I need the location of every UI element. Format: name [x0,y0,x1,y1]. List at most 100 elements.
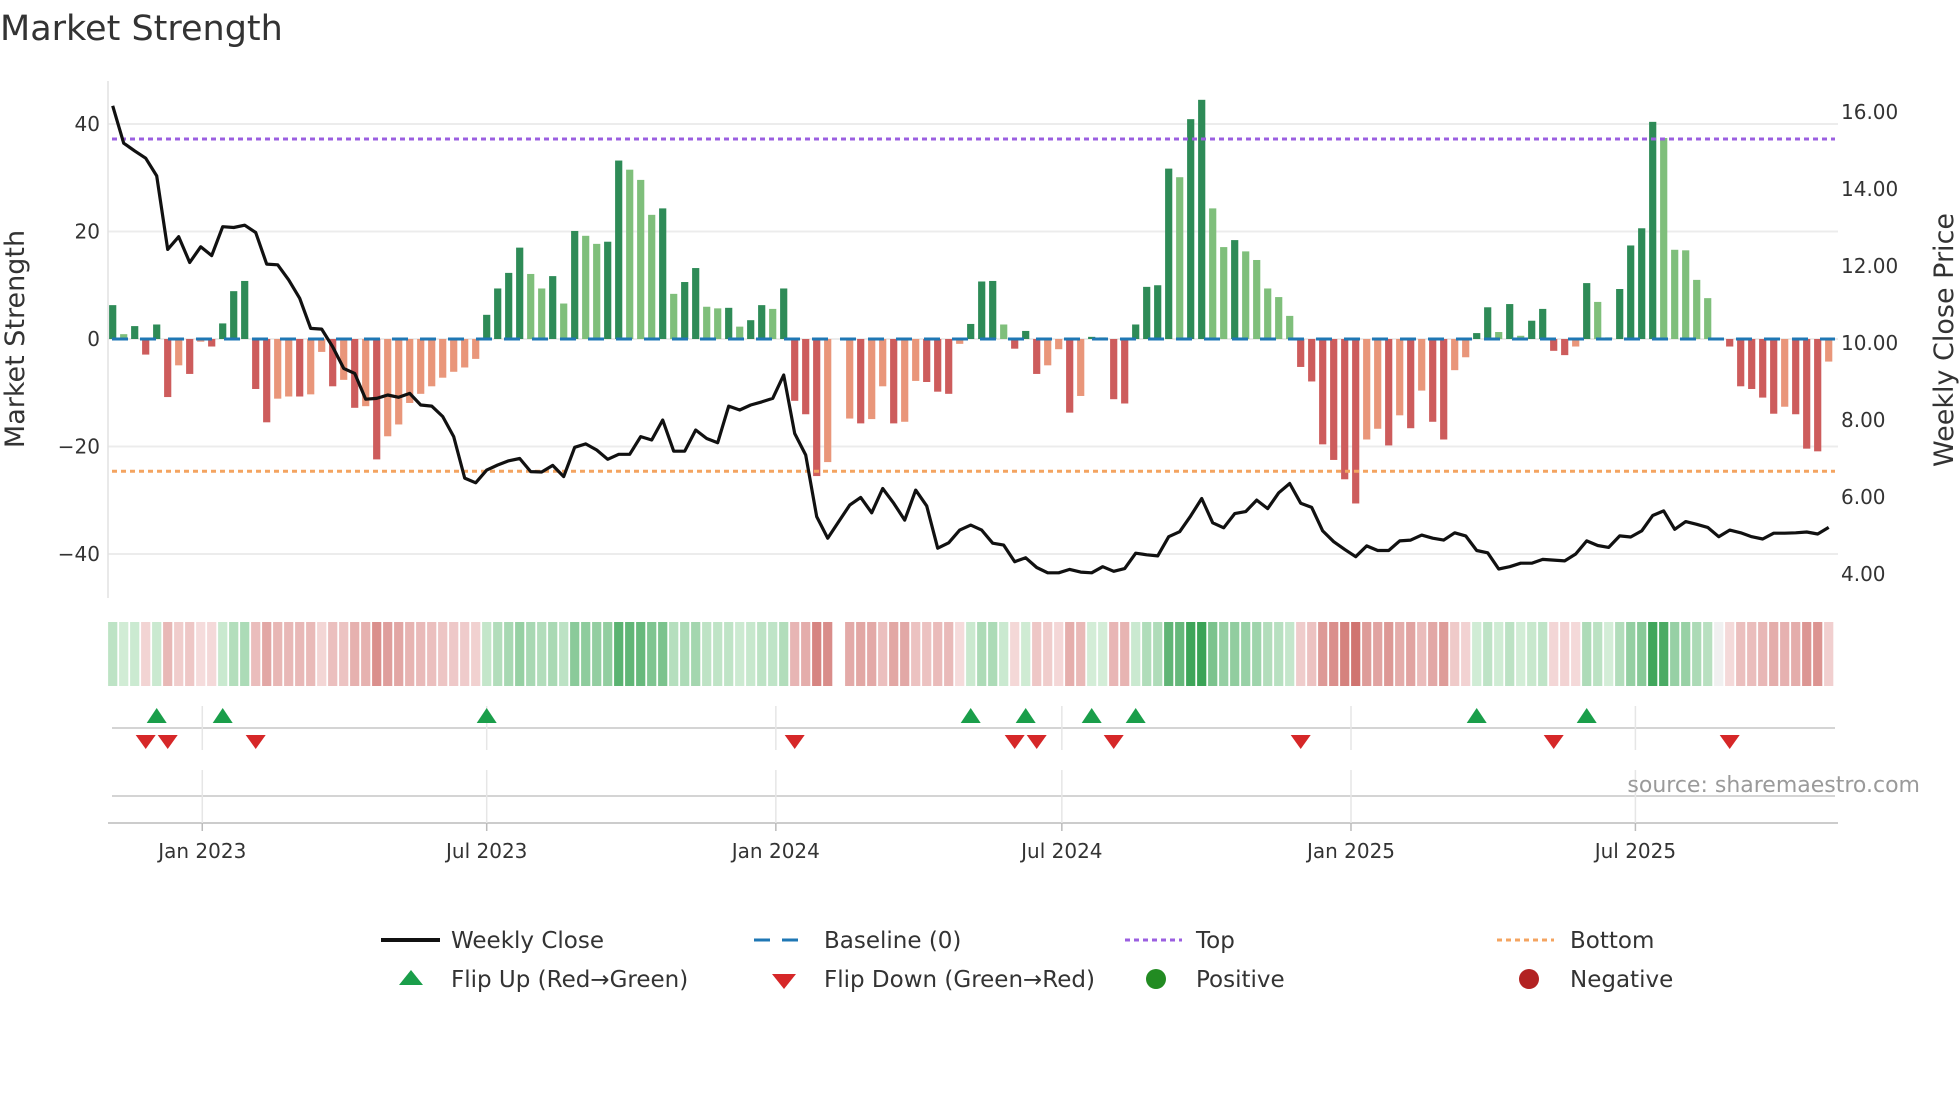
heat-cell [493,622,503,686]
heat-cell [889,622,899,686]
positive-bar [670,293,678,339]
heat-cell [240,622,250,686]
heat-cell [1769,622,1779,686]
heat-cell [1670,622,1680,686]
positive-bar [582,235,590,339]
negative-bar [901,339,909,422]
negative-bar [912,339,920,381]
x-tick-label: Jan 2025 [1305,839,1395,863]
positive-bar [1209,208,1217,339]
heat-cell [262,622,272,686]
heat-cell [658,622,668,686]
heat-strip [108,622,1834,686]
triangle-up-icon [399,970,423,985]
positive-bar [1506,304,1514,339]
positive-bar [1242,251,1250,339]
heat-cell [1252,622,1262,686]
heat-cell [1571,622,1581,686]
positive-bar [681,282,689,339]
heat-cell [1692,622,1702,686]
heat-cell [537,622,547,686]
heat-cell [746,622,756,686]
strength-bars [109,99,1833,504]
heat-cell [1450,622,1460,686]
negative-bar [142,339,150,355]
x-tick-label: Jan 2024 [730,839,820,863]
heat-cell [229,622,239,686]
heat-cell [790,622,800,686]
legend-label: Weekly Close [451,928,604,954]
flip-down-marker [1103,735,1124,749]
positive-bar [1198,99,1206,339]
heat-cell [702,622,712,686]
positive-bar [769,308,777,339]
legend-item-bottom: Bottom [1497,928,1654,954]
heat-cell [922,622,932,686]
negative-bar [1308,339,1316,382]
positive-bar [703,306,711,339]
negative-bar [417,339,425,394]
negative-bar [857,339,865,424]
negative-bar [846,339,854,419]
negative-bar [186,339,194,374]
positive-bar [153,324,161,339]
heat-cell [130,622,140,686]
negative-bar [1550,339,1558,351]
heat-cell [207,622,217,686]
flip-down-marker [784,735,805,749]
flip-up-marker [960,708,981,723]
y-right-tick-label: 10.00 [1841,331,1898,355]
legend-label: Top [1195,928,1235,954]
heat-cell [273,622,283,686]
flip-down-marker [1290,735,1311,749]
heat-cell [823,622,833,686]
heat-cell [999,622,1009,686]
negative-bar [1451,339,1459,371]
heat-cell [1362,622,1372,686]
heat-cell [801,622,811,686]
flip-down-marker [245,735,266,749]
flip-down-marker [157,735,178,749]
heat-cell [482,622,492,686]
negative-bar [879,339,887,387]
negative-bar [1385,339,1393,446]
flip-down-marker [135,735,156,749]
positive-bar [615,160,623,339]
heat-cell [339,622,349,686]
heat-cell [328,622,338,686]
heat-cell [845,622,855,686]
negative-bar [1121,339,1129,404]
heat-cell [911,622,921,686]
y-right-tick-label: 6.00 [1841,485,1886,509]
negative-bar [868,339,876,420]
heat-cell [713,622,723,686]
heat-cell [295,622,305,686]
positive-bar [1594,301,1602,339]
negative-bar [934,339,942,392]
heat-cell [1494,622,1504,686]
negative-bar [340,339,348,380]
heat-cell [1120,622,1130,686]
heat-cell [141,622,151,686]
heat-cell [416,622,426,686]
legend-item-weekly-close: Weekly Close [381,928,604,954]
negative-bar [1374,339,1382,429]
negative-bar [1462,339,1470,358]
positive-bar [1539,308,1547,339]
negative-bar [274,339,282,399]
positive-bar [1165,168,1173,339]
heat-cell [1703,622,1713,686]
negative-bar [824,339,832,463]
heat-cell [1560,622,1570,686]
flip-down-marker [1719,735,1740,749]
positive-bar [747,320,755,339]
negative-bar [923,339,931,382]
heat-cell [570,622,580,686]
heat-cell [1681,622,1691,686]
x-axis-ticks: Jan 2023 Jul 2023 Jan 2024 Jul 2024 Jan 2025… [156,706,1676,863]
flip-up-marker [212,708,233,723]
positive-bar [1693,279,1701,339]
positive-bar [1649,121,1657,339]
positive-bar [978,281,986,339]
x-tick-label: Jul 2024 [1019,839,1102,863]
